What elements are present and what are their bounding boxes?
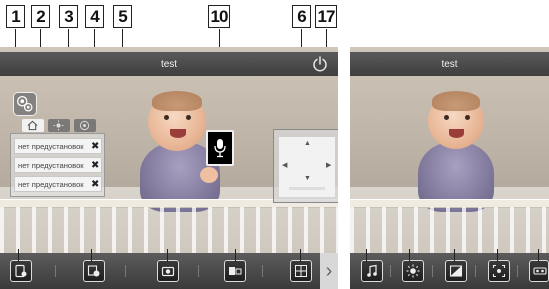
motion-detect-icon bbox=[492, 264, 506, 278]
recording-button[interactable] bbox=[529, 260, 549, 282]
leader-line bbox=[366, 249, 367, 262]
callout-1: 1 bbox=[6, 5, 25, 28]
chevron-right-icon[interactable]: › bbox=[320, 253, 338, 289]
list-item[interactable]: нет предустановок ✖ bbox=[14, 157, 102, 173]
camera-title: test bbox=[160, 58, 178, 70]
leader-line bbox=[409, 249, 410, 262]
leader-line bbox=[91, 249, 92, 262]
microphone-icon bbox=[214, 139, 226, 158]
camera-icon bbox=[161, 266, 175, 277]
delete-preset-icon[interactable]: ✖ bbox=[91, 141, 99, 152]
leader-line bbox=[454, 249, 455, 262]
preset-label: нет предустановок bbox=[18, 179, 84, 189]
settings-icon[interactable] bbox=[13, 92, 37, 116]
callout-3: 3 bbox=[59, 5, 78, 28]
record-icon bbox=[87, 265, 100, 277]
bottom-toolbar: › bbox=[0, 253, 338, 289]
contrast-icon bbox=[449, 265, 463, 277]
camera-title: test bbox=[441, 58, 458, 70]
delete-preset-icon[interactable]: ✖ bbox=[91, 160, 99, 171]
tab-brightness[interactable] bbox=[48, 119, 70, 132]
live-view-screen: test нет предустановок ✖ нет предустанов… bbox=[0, 47, 338, 289]
delete-preset-icon[interactable]: ✖ bbox=[91, 179, 99, 190]
brightness-icon bbox=[53, 120, 64, 131]
pan-left-button[interactable]: ◀ bbox=[282, 161, 287, 169]
talk-button[interactable] bbox=[206, 130, 234, 166]
list-item[interactable]: нет предустановок ✖ bbox=[14, 138, 102, 154]
zoom-slider[interactable] bbox=[289, 187, 325, 190]
preset-label: нет предустановок bbox=[18, 141, 84, 151]
dual-view-button[interactable] bbox=[224, 260, 246, 282]
music-button[interactable] bbox=[361, 260, 383, 282]
leader-line bbox=[18, 249, 19, 262]
music-icon bbox=[367, 264, 377, 277]
callout-10-top: 10 bbox=[208, 5, 230, 28]
leader-line bbox=[167, 249, 168, 262]
device-icon bbox=[15, 264, 27, 278]
leader-line bbox=[538, 249, 539, 262]
pan-down-button[interactable]: ▼ bbox=[304, 175, 311, 182]
recording-icon bbox=[533, 267, 547, 275]
pan-tilt-icon bbox=[79, 120, 90, 131]
pan-tilt-pad: ▲ ◀ ▶ ▼ bbox=[273, 129, 338, 203]
callout-5: 5 bbox=[113, 5, 132, 28]
callout-6: 6 bbox=[292, 5, 311, 28]
snapshot-button[interactable] bbox=[157, 260, 179, 282]
quad-view-button[interactable] bbox=[290, 260, 312, 282]
pan-tilt-area[interactable]: ▲ ◀ ▶ ▼ bbox=[279, 137, 335, 197]
callout-4: 4 bbox=[85, 5, 104, 28]
list-item[interactable]: нет предустановок ✖ bbox=[14, 176, 102, 192]
pan-right-button[interactable]: ▶ bbox=[326, 161, 331, 169]
live-view-screen-alt: test bbox=[350, 47, 549, 289]
bottom-toolbar bbox=[350, 253, 549, 289]
home-icon bbox=[27, 120, 38, 131]
brightness-button[interactable] bbox=[402, 260, 424, 282]
device-button[interactable] bbox=[10, 260, 32, 282]
contrast-button[interactable] bbox=[445, 260, 467, 282]
dual-view-icon bbox=[229, 267, 242, 275]
leader-line bbox=[235, 249, 236, 262]
power-icon[interactable] bbox=[312, 56, 328, 72]
title-bar: test bbox=[0, 52, 338, 76]
leader-line bbox=[497, 249, 498, 262]
preset-list: нет предустановок ✖ нет предустановок ✖ … bbox=[10, 133, 105, 197]
quad-view-icon bbox=[295, 265, 307, 277]
callout-2: 2 bbox=[31, 5, 50, 28]
tab-pan-tilt[interactable] bbox=[74, 119, 96, 132]
brightness-icon bbox=[406, 264, 420, 278]
record-button[interactable] bbox=[83, 260, 105, 282]
preset-label: нет предустановок bbox=[18, 160, 84, 170]
motion-detect-button[interactable] bbox=[488, 260, 510, 282]
callout-17: 17 bbox=[315, 5, 337, 28]
title-bar: test bbox=[350, 52, 549, 76]
pan-up-button[interactable]: ▲ bbox=[304, 140, 311, 147]
tab-home[interactable] bbox=[22, 119, 44, 132]
leader-line bbox=[300, 249, 301, 262]
